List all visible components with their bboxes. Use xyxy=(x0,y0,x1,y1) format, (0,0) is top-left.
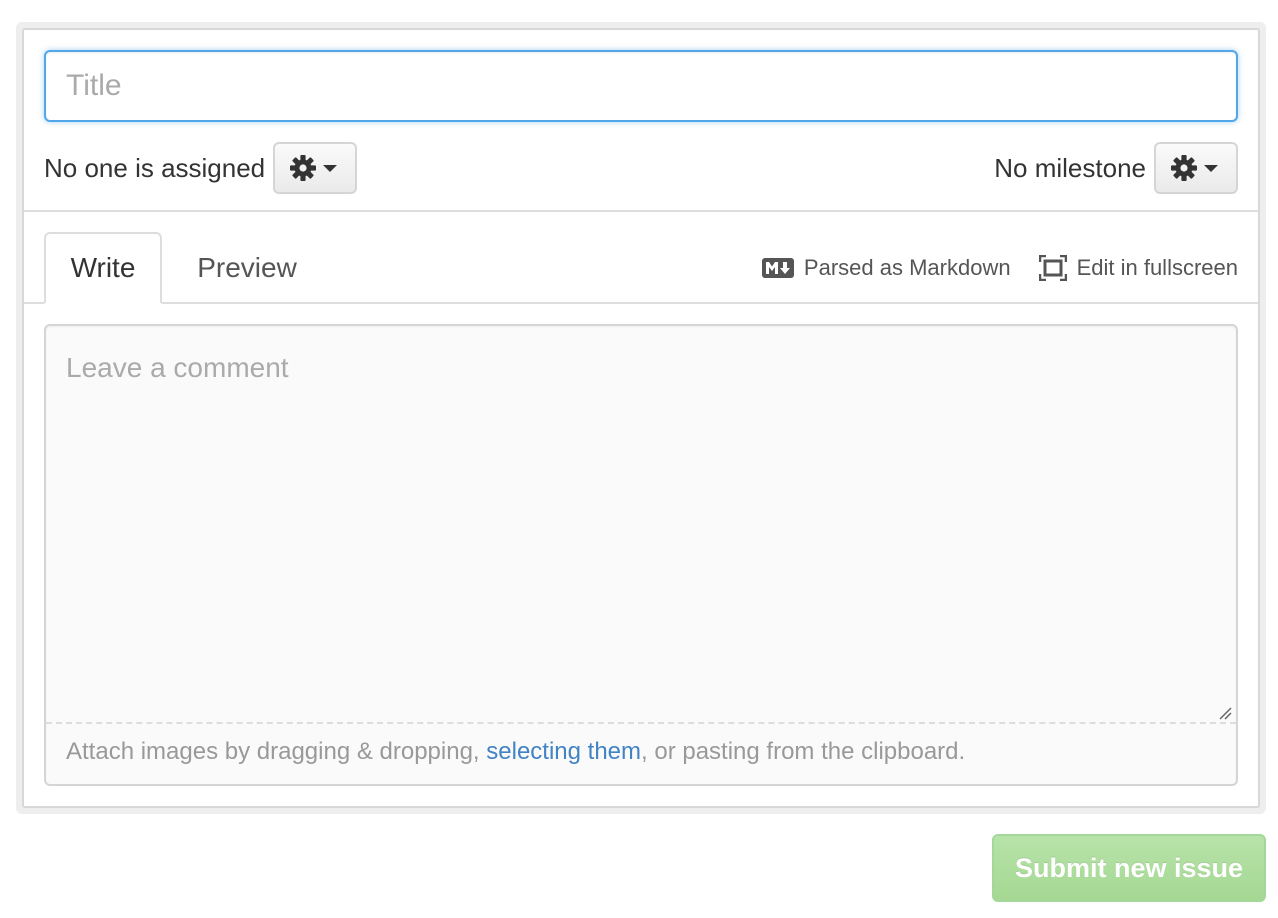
drop-zone-divider xyxy=(46,722,1236,724)
attach-hint-prefix: Attach images by dragging & dropping, xyxy=(66,738,487,765)
gear-icon xyxy=(290,155,338,181)
assignee-gear-button[interactable] xyxy=(273,142,358,194)
editor-toolbar: Parsed as Markdown Edit in fullscreen xyxy=(761,252,1238,284)
select-files-link[interactable]: selecting them xyxy=(486,738,641,765)
comment-textarea[interactable] xyxy=(46,326,1236,722)
markdown-icon xyxy=(761,258,794,278)
fullscreen-label: Edit in fullscreen xyxy=(1076,255,1238,280)
milestone-section: No milestone xyxy=(994,142,1238,194)
assignee-section: No one is assigned xyxy=(44,142,358,194)
gear-icon xyxy=(1171,155,1218,181)
milestone-gear-button[interactable] xyxy=(1154,142,1238,194)
attach-hint-suffix: , or pasting from the clipboard. xyxy=(641,738,966,765)
fullscreen-button[interactable]: Edit in fullscreen xyxy=(1038,255,1238,281)
markdown-label: Parsed as Markdown xyxy=(803,255,1011,280)
fullscreen-icon xyxy=(1038,255,1067,281)
meta-row: No one is assigned No milestone xyxy=(44,142,1238,194)
section-divider xyxy=(24,210,1258,212)
caret-down-icon xyxy=(1204,165,1218,172)
comment-box: Attach images by dragging & dropping, se… xyxy=(44,324,1238,786)
submit-issue-button[interactable]: Submit new issue xyxy=(992,834,1266,902)
tab-preview[interactable]: Preview xyxy=(182,232,312,304)
assignee-label: No one is assigned xyxy=(44,152,266,183)
resize-handle-icon[interactable] xyxy=(1218,706,1232,720)
caret-down-icon xyxy=(323,165,338,172)
tab-write[interactable]: Write xyxy=(44,232,162,304)
markdown-help-link[interactable]: Parsed as Markdown xyxy=(761,255,1011,281)
attach-hint: Attach images by dragging & dropping, se… xyxy=(66,738,965,766)
milestone-label: No milestone xyxy=(994,152,1146,183)
form-panel: No one is assigned xyxy=(22,28,1260,808)
title-input[interactable] xyxy=(44,50,1238,122)
new-issue-form: No one is assigned xyxy=(16,22,1266,814)
